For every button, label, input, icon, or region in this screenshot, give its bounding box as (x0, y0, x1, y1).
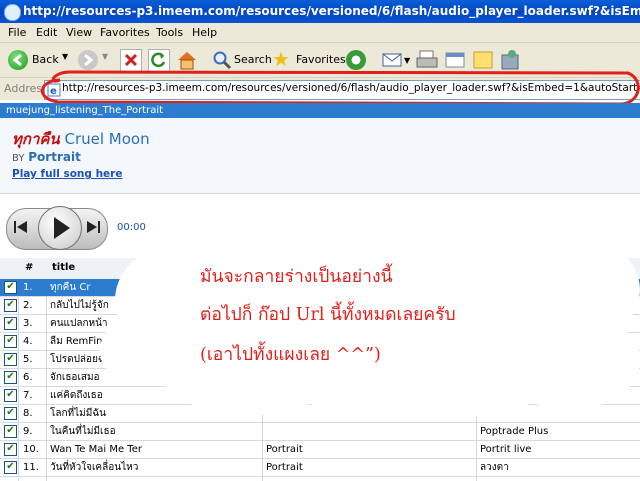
svg-text:e: e (50, 86, 57, 97)
row-number: 9. (23, 426, 33, 437)
by-label: BY (12, 153, 25, 164)
row-checkbox[interactable]: ✔ (4, 407, 17, 420)
row-title: Wan Te Mai Me Ter (50, 444, 142, 455)
by-line: BY Portrait (12, 150, 81, 164)
row-checkbox[interactable]: ✔ (4, 425, 17, 438)
print-button[interactable] (416, 49, 438, 71)
row-album: ลวงตา (480, 462, 509, 473)
row-number: 10. (23, 444, 39, 455)
refresh-icon (151, 52, 166, 68)
messenger-icon (501, 50, 519, 70)
row-checkbox[interactable]: ✔ (4, 335, 17, 348)
window-title-bar[interactable]: http://resources-p3.imeem.com/resources/… (0, 0, 640, 23)
mail-icon: ▼ (382, 53, 411, 67)
favorites-button[interactable]: ★ Favorites (272, 47, 346, 71)
row-checkbox[interactable]: ✔ (4, 389, 17, 402)
previous-track-icon (14, 221, 27, 233)
edit-button[interactable] (444, 49, 466, 71)
song-title: ทุกาคืน Cruel Moon (12, 127, 150, 151)
table-row[interactable]: ✔ 11. วันที่หัวใจเคลื่อนไหว Portrait ลวง… (0, 459, 640, 477)
artist-link[interactable]: Portrait (28, 150, 81, 164)
song-title-thai: ทุกาคืน (12, 130, 60, 148)
row-number: 7. (23, 390, 33, 401)
search-label: Search (234, 53, 272, 66)
row-checkbox[interactable]: ✔ (4, 443, 17, 456)
history-icon (346, 50, 366, 70)
row-checkbox[interactable]: ✔ (4, 299, 17, 312)
search-button[interactable]: Search (212, 49, 272, 71)
menu-bar: File Edit View Favorites Tools Help (0, 23, 640, 43)
row-checkbox[interactable]: ✔ (4, 371, 17, 384)
folder-note-icon (473, 51, 493, 69)
back-button[interactable]: Back ▼ (6, 49, 70, 71)
toolbar: Back ▼ ▼ Search ★ Favorites ▼ (0, 43, 640, 78)
column-number[interactable]: # (25, 262, 33, 273)
row-title: ในคืนที่ไม่มีเธอ (50, 426, 116, 437)
discuss-button[interactable] (472, 49, 494, 71)
menu-edit[interactable]: Edit (36, 26, 57, 39)
row-number: 6. (23, 372, 33, 383)
window-title: http://resources-p3.imeem.com/resources/… (23, 4, 640, 18)
favorites-label: Favorites (296, 53, 346, 66)
song-title-english: Cruel Moon (64, 130, 150, 148)
search-icon (213, 51, 232, 70)
column-title[interactable]: title (52, 262, 75, 273)
mail-button[interactable]: ▼ (382, 49, 412, 71)
row-checkbox[interactable]: ✔ (4, 353, 17, 366)
play-full-song-link[interactable]: Play full song here (12, 168, 122, 180)
forward-arrow-icon (78, 50, 98, 70)
row-number: 8. (23, 408, 33, 419)
menu-help[interactable]: Help (192, 26, 217, 39)
row-album: Portrit live (480, 444, 532, 455)
annotation-line-3: (เอาไปทั้งแผงเลย ^^”) (200, 345, 381, 365)
row-title: วันที่หัวใจเคลื่อนไหว (50, 462, 139, 473)
address-label: Address (4, 82, 48, 95)
row-number: 1. (23, 282, 33, 293)
row-artist: Portrait (266, 462, 303, 473)
row-number: 3. (23, 318, 33, 329)
history-button[interactable] (346, 49, 368, 71)
row-number: 5. (23, 354, 33, 365)
row-album: Poptrade Plus (480, 426, 549, 437)
svg-text:▼: ▼ (404, 56, 411, 65)
row-checkbox[interactable]: ✔ (4, 317, 17, 330)
menu-file[interactable]: File (8, 26, 26, 39)
ie-page-icon (4, 4, 21, 21)
star-icon: ★ (272, 47, 290, 71)
home-button[interactable] (176, 49, 198, 71)
play-button[interactable] (38, 206, 82, 250)
back-arrow-icon (8, 50, 28, 70)
menu-view[interactable]: View (66, 26, 92, 39)
refresh-button[interactable] (148, 49, 170, 73)
player-header: muejung_listening_The_Portrait (0, 103, 640, 118)
player-header-text: muejung_listening_The_Portrait (6, 105, 164, 116)
previous-button[interactable] (12, 218, 30, 236)
row-artist: Portrait (266, 444, 303, 455)
messenger-button[interactable] (500, 49, 522, 71)
row-number: 11. (23, 462, 39, 473)
back-label: Back (32, 53, 59, 66)
row-checkbox[interactable]: ✔ (4, 281, 17, 294)
printer-icon (416, 50, 438, 68)
annotation-line-2: ต่อไปก็ ก๊อป Url นี้ทั้งหมดเลยครับ (200, 305, 456, 325)
row-checkbox[interactable]: ✔ (4, 461, 17, 474)
stop-icon (124, 53, 138, 67)
menu-tools[interactable]: Tools (156, 26, 183, 39)
edit-page-icon (445, 52, 465, 68)
forward-button[interactable]: ▼ (78, 49, 110, 71)
chevron-down-icon: ▼ (62, 52, 69, 61)
table-row[interactable]: ✔ 9. ในคืนที่ไม่มีเธอ Poptrade Plus (0, 423, 640, 441)
row-number: 2. (23, 300, 33, 311)
menu-favorites[interactable]: Favorites (100, 26, 150, 39)
table-row[interactable]: ✔ 10. Wan Te Mai Me Ter Portrait Portrit… (0, 441, 640, 459)
row-number: 4. (23, 336, 33, 347)
stop-button[interactable] (120, 49, 142, 73)
ie-page-icon: e (47, 83, 61, 97)
address-url-text: http://resources-p3.imeem.com/resources/… (62, 82, 640, 94)
chevron-down-icon: ▼ (102, 52, 109, 61)
home-icon (178, 52, 196, 70)
play-icon (54, 217, 70, 239)
annotation-line-1: มันจะกลายร่างเป็นอย่างนี้ (200, 267, 393, 287)
